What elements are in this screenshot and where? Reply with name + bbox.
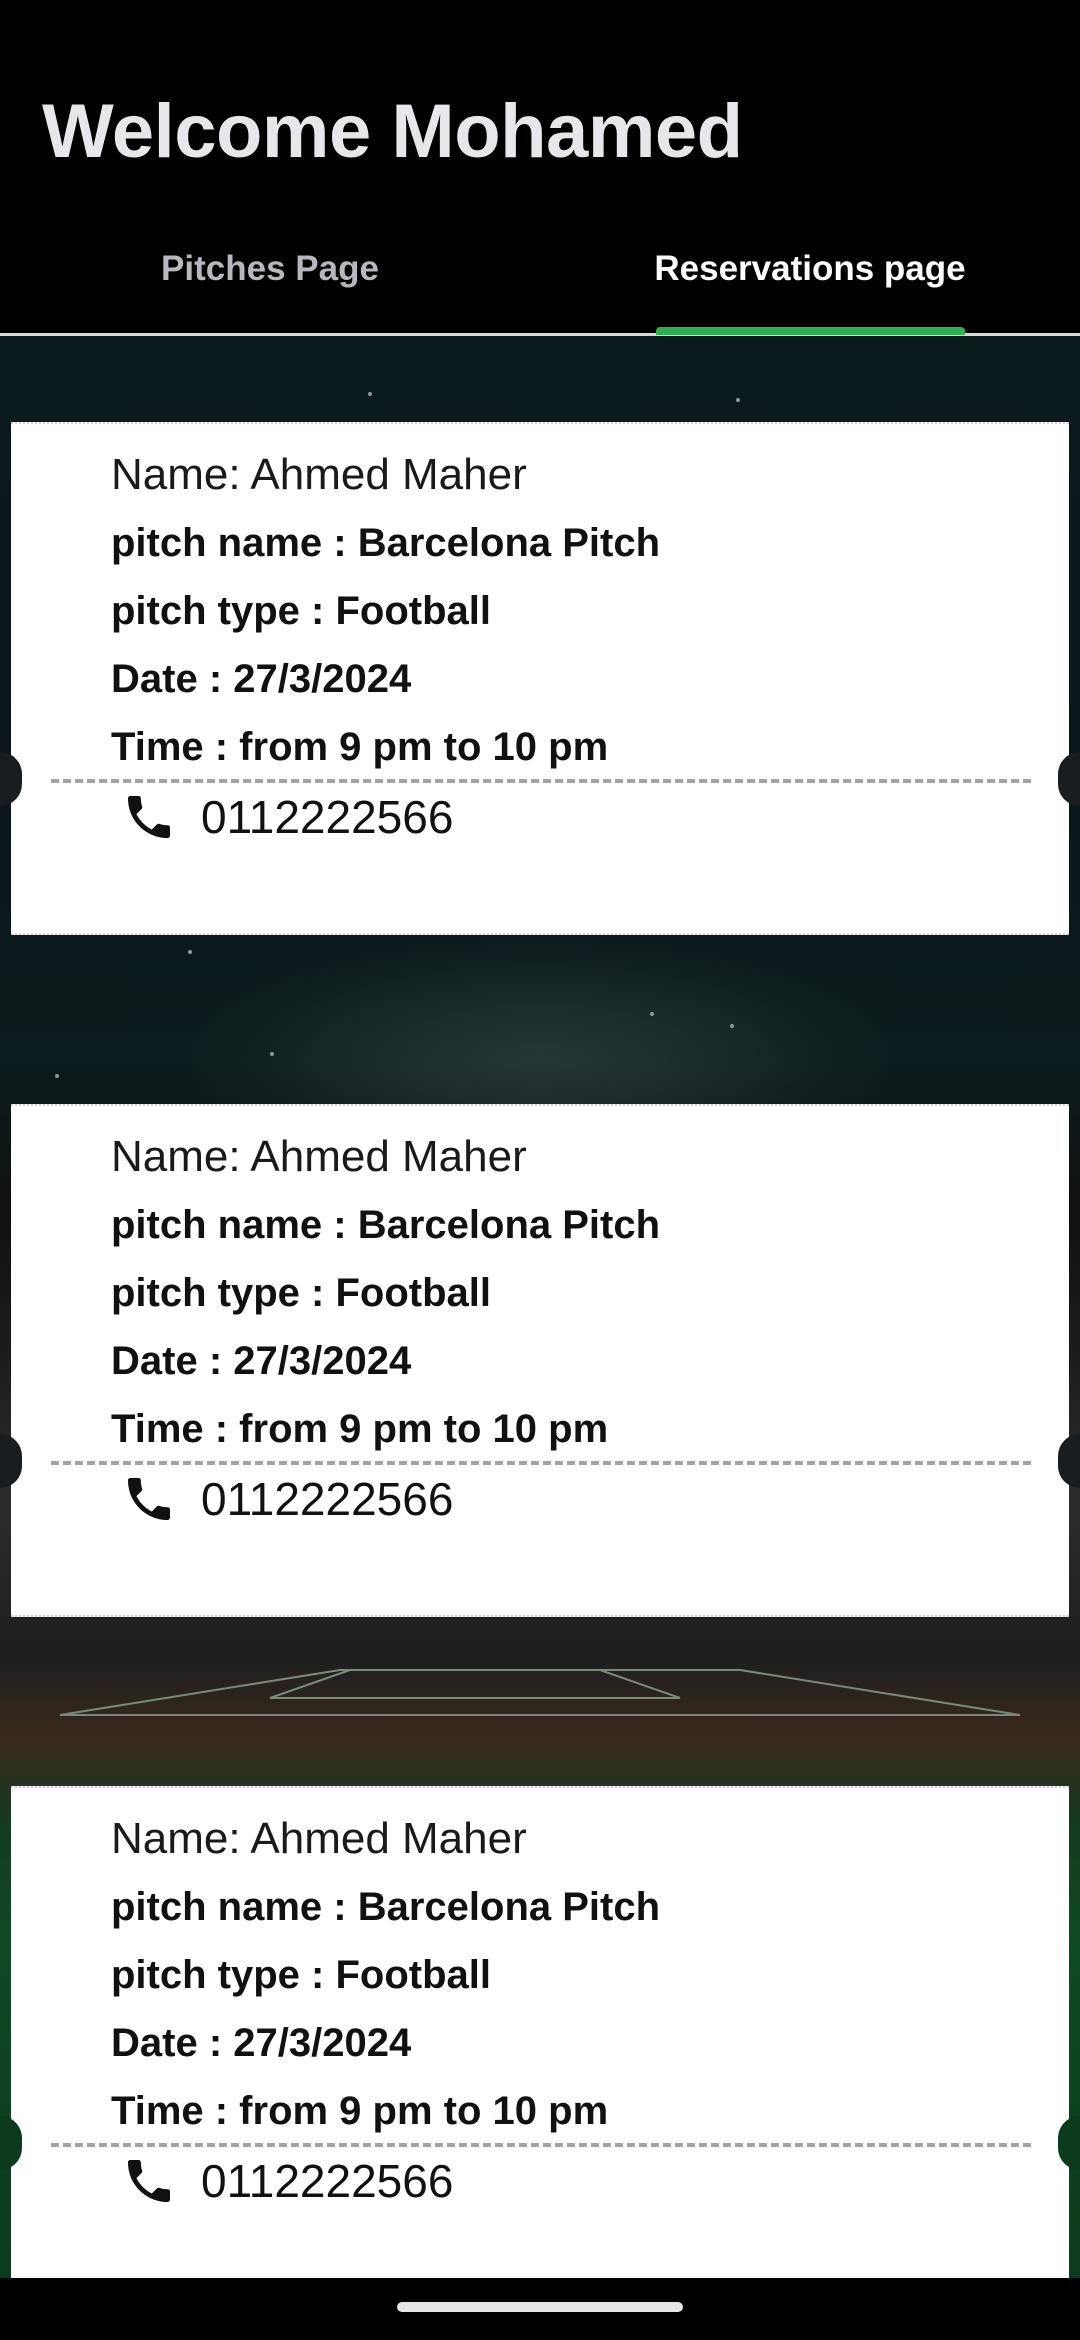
reservation-date: Date : 27/3/2024 [111, 657, 412, 701]
phone-icon [128, 1478, 170, 1520]
tab-pitches-page[interactable]: Pitches Page [0, 225, 540, 335]
background-star [188, 950, 192, 954]
phone-icon [128, 2160, 170, 2202]
pitch-field-lines [59, 1669, 1021, 1716]
reservation-phone-row[interactable]: 0112222566 [121, 1471, 453, 1527]
app-header: Welcome Mohamed Pitches Page Reservation… [0, 0, 1080, 335]
background-star [650, 1012, 654, 1016]
reservation-phone-row[interactable]: 0112222566 [121, 789, 453, 845]
reservation-time: Time : from 9 pm to 10 pm [111, 1407, 609, 1451]
reservation-time: Time : from 9 pm to 10 pm [111, 725, 609, 769]
reservation-pitch-name: pitch name : Barcelona Pitch [111, 1885, 661, 1929]
tab-reservations-page-label: Reservations page [654, 249, 966, 288]
reservation-card[interactable]: Name: Ahmed Maher pitch name : Barcelona… [11, 422, 1069, 935]
reservation-phone-row[interactable]: 0112222566 [121, 2153, 453, 2209]
reservation-time: Time : from 9 pm to 10 pm [111, 2089, 609, 2133]
tab-pitches-page-label: Pitches Page [161, 249, 379, 288]
reservation-customer-name: Name: Ahmed Maher [111, 1814, 527, 1863]
reservation-phone-number: 0112222566 [201, 1473, 454, 1525]
reservation-customer-name: Name: Ahmed Maher [111, 1132, 527, 1181]
selected-tab-indicator [656, 327, 965, 335]
reservation-card[interactable]: Name: Ahmed Maher pitch name : Barcelona… [11, 1104, 1069, 1617]
ticket-perforation [51, 779, 1031, 783]
reservation-card[interactable]: Name: Ahmed Maher pitch name : Barcelona… [11, 1786, 1069, 2299]
reservation-date: Date : 27/3/2024 [111, 1339, 412, 1383]
reservation-pitch-type: pitch type : Football [111, 1953, 491, 1997]
background-star [270, 1052, 274, 1056]
background-star [55, 1074, 59, 1078]
background-star [368, 392, 372, 396]
reservation-pitch-name: pitch name : Barcelona Pitch [111, 1203, 661, 1247]
reservation-phone-number: 0112222566 [201, 791, 454, 843]
background-star [730, 1024, 734, 1028]
reservation-pitch-name: pitch name : Barcelona Pitch [111, 521, 661, 565]
home-gesture-handle[interactable] [397, 2302, 683, 2312]
reservation-pitch-type: pitch type : Football [111, 1271, 491, 1315]
phone-icon [128, 796, 170, 838]
background-star [736, 398, 740, 402]
reservation-date: Date : 27/3/2024 [111, 2021, 412, 2065]
reservation-phone-number: 0112222566 [201, 2155, 454, 2207]
ticket-perforation [51, 2143, 1031, 2147]
reservation-customer-name: Name: Ahmed Maher [111, 450, 527, 499]
tab-bar: Pitches Page Reservations page [0, 225, 1080, 335]
tab-reservations-page[interactable]: Reservations page [540, 225, 1080, 335]
reservation-pitch-type: pitch type : Football [111, 589, 491, 633]
ticket-perforation [51, 1461, 1031, 1465]
app-screen: Welcome Mohamed Pitches Page Reservation… [0, 0, 1080, 2340]
page-title: Welcome Mohamed [42, 89, 743, 174]
